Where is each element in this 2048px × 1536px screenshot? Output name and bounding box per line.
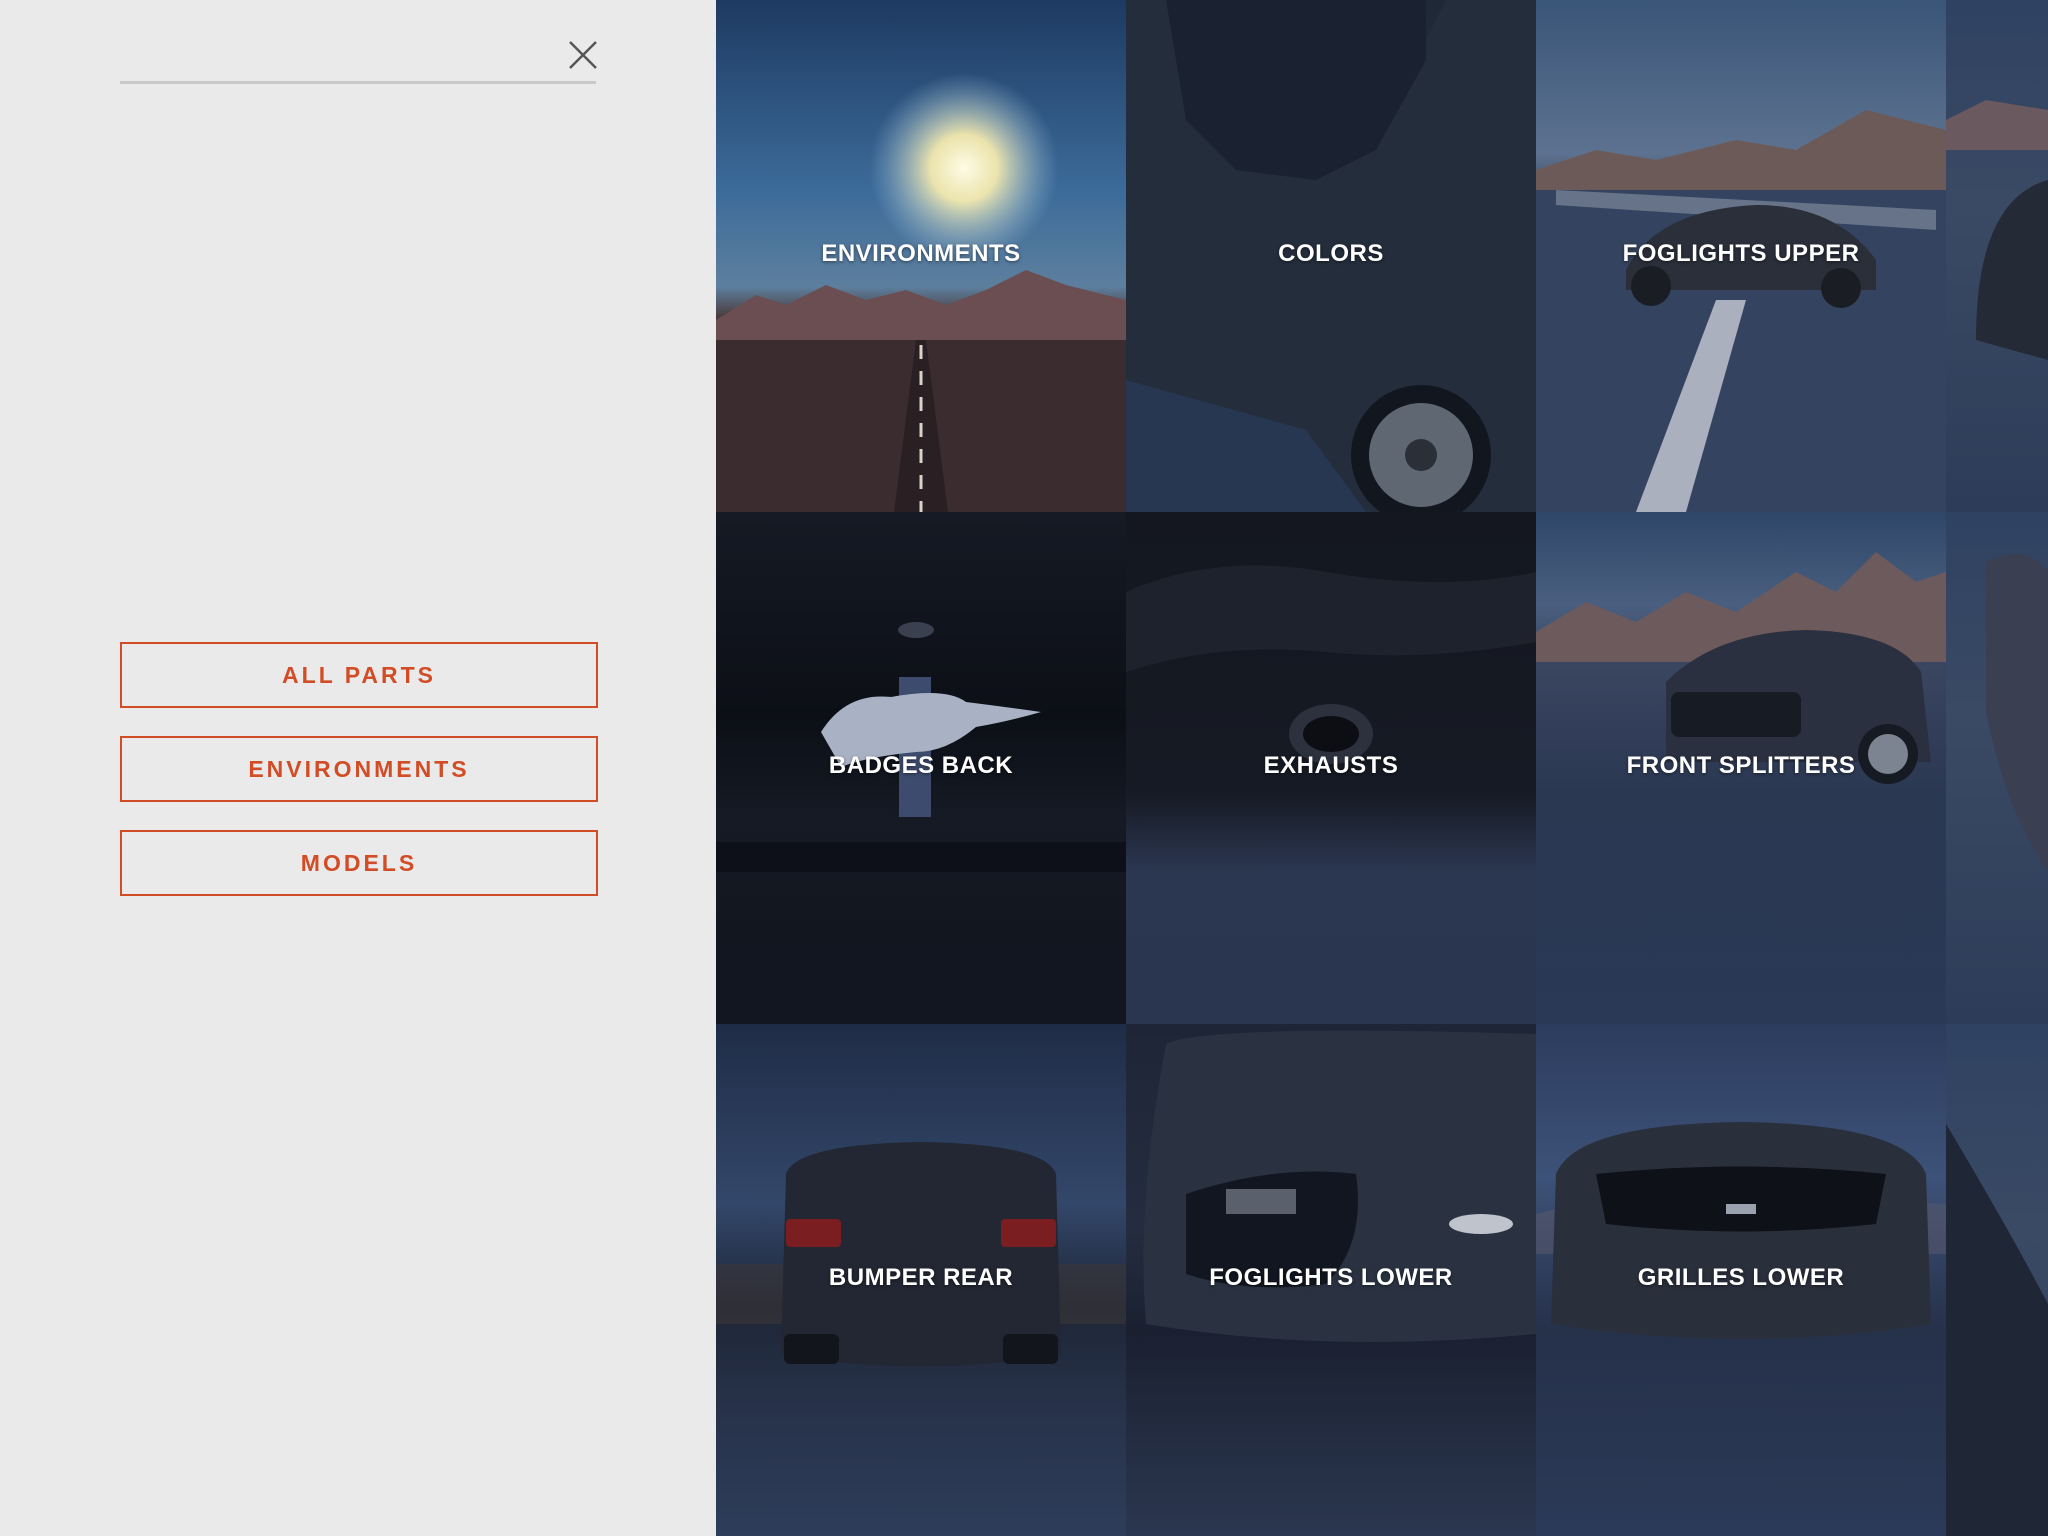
tile-partial-2[interactable]: [1946, 512, 2048, 1024]
tile-label: ENVIRONMENTS: [821, 240, 1021, 267]
tile-label: FOGLIGHTS UPPER: [1622, 240, 1860, 267]
tile-partial-3[interactable]: [1946, 1024, 2048, 1536]
tile-colors[interactable]: COLORS: [1126, 0, 1536, 512]
tile-label: BUMPER REAR: [828, 1264, 1014, 1291]
all-parts-button[interactable]: ALL PARTS: [120, 642, 598, 708]
search-input[interactable]: [120, 30, 596, 84]
car-side-partial-image: [1946, 1124, 2048, 1536]
environments-button[interactable]: ENVIRONMENTS: [120, 736, 598, 802]
car-door-image: [1986, 554, 2048, 872]
tile-environments[interactable]: ENVIRONMENTS: [716, 0, 1126, 512]
tile-label: COLORS: [1278, 240, 1384, 267]
models-button[interactable]: MODELS: [120, 830, 598, 896]
tile-label: GRILLES LOWER: [1637, 1264, 1845, 1291]
tile-grilles-lower[interactable]: GRILLES LOWER: [1536, 1024, 1946, 1536]
tile-bumper-rear[interactable]: BUMPER REAR: [716, 1024, 1126, 1536]
filter-panel: ALL PARTS ENVIRONMENTS MODELS: [0, 0, 716, 1536]
close-button[interactable]: [562, 34, 604, 76]
tile-label: BADGES BACK: [828, 752, 1014, 779]
tile-label: FRONT SPLITTERS: [1626, 752, 1856, 779]
tile-foglights-upper[interactable]: FOGLIGHTS UPPER: [1536, 0, 1946, 512]
tile-badges-back[interactable]: BADGES BACK: [716, 512, 1126, 1024]
tile-label: EXHAUSTS: [1263, 752, 1399, 779]
car-front-image: [1946, 100, 2048, 360]
tile-partial[interactable]: [1946, 0, 2048, 512]
close-icon: [569, 41, 597, 69]
tile-exhausts[interactable]: EXHAUSTS: [1126, 512, 1536, 1024]
tile-front-splitters[interactable]: FRONT SPLITTERS: [1536, 512, 1946, 1024]
tile-foglights-lower[interactable]: FOGLIGHTS LOWER: [1126, 1024, 1536, 1536]
category-grid: ENVIRONMENTS COLORS FOGLIGHTS UPPER BADG…: [716, 0, 2048, 1536]
tile-label: FOGLIGHTS LOWER: [1209, 1264, 1453, 1291]
